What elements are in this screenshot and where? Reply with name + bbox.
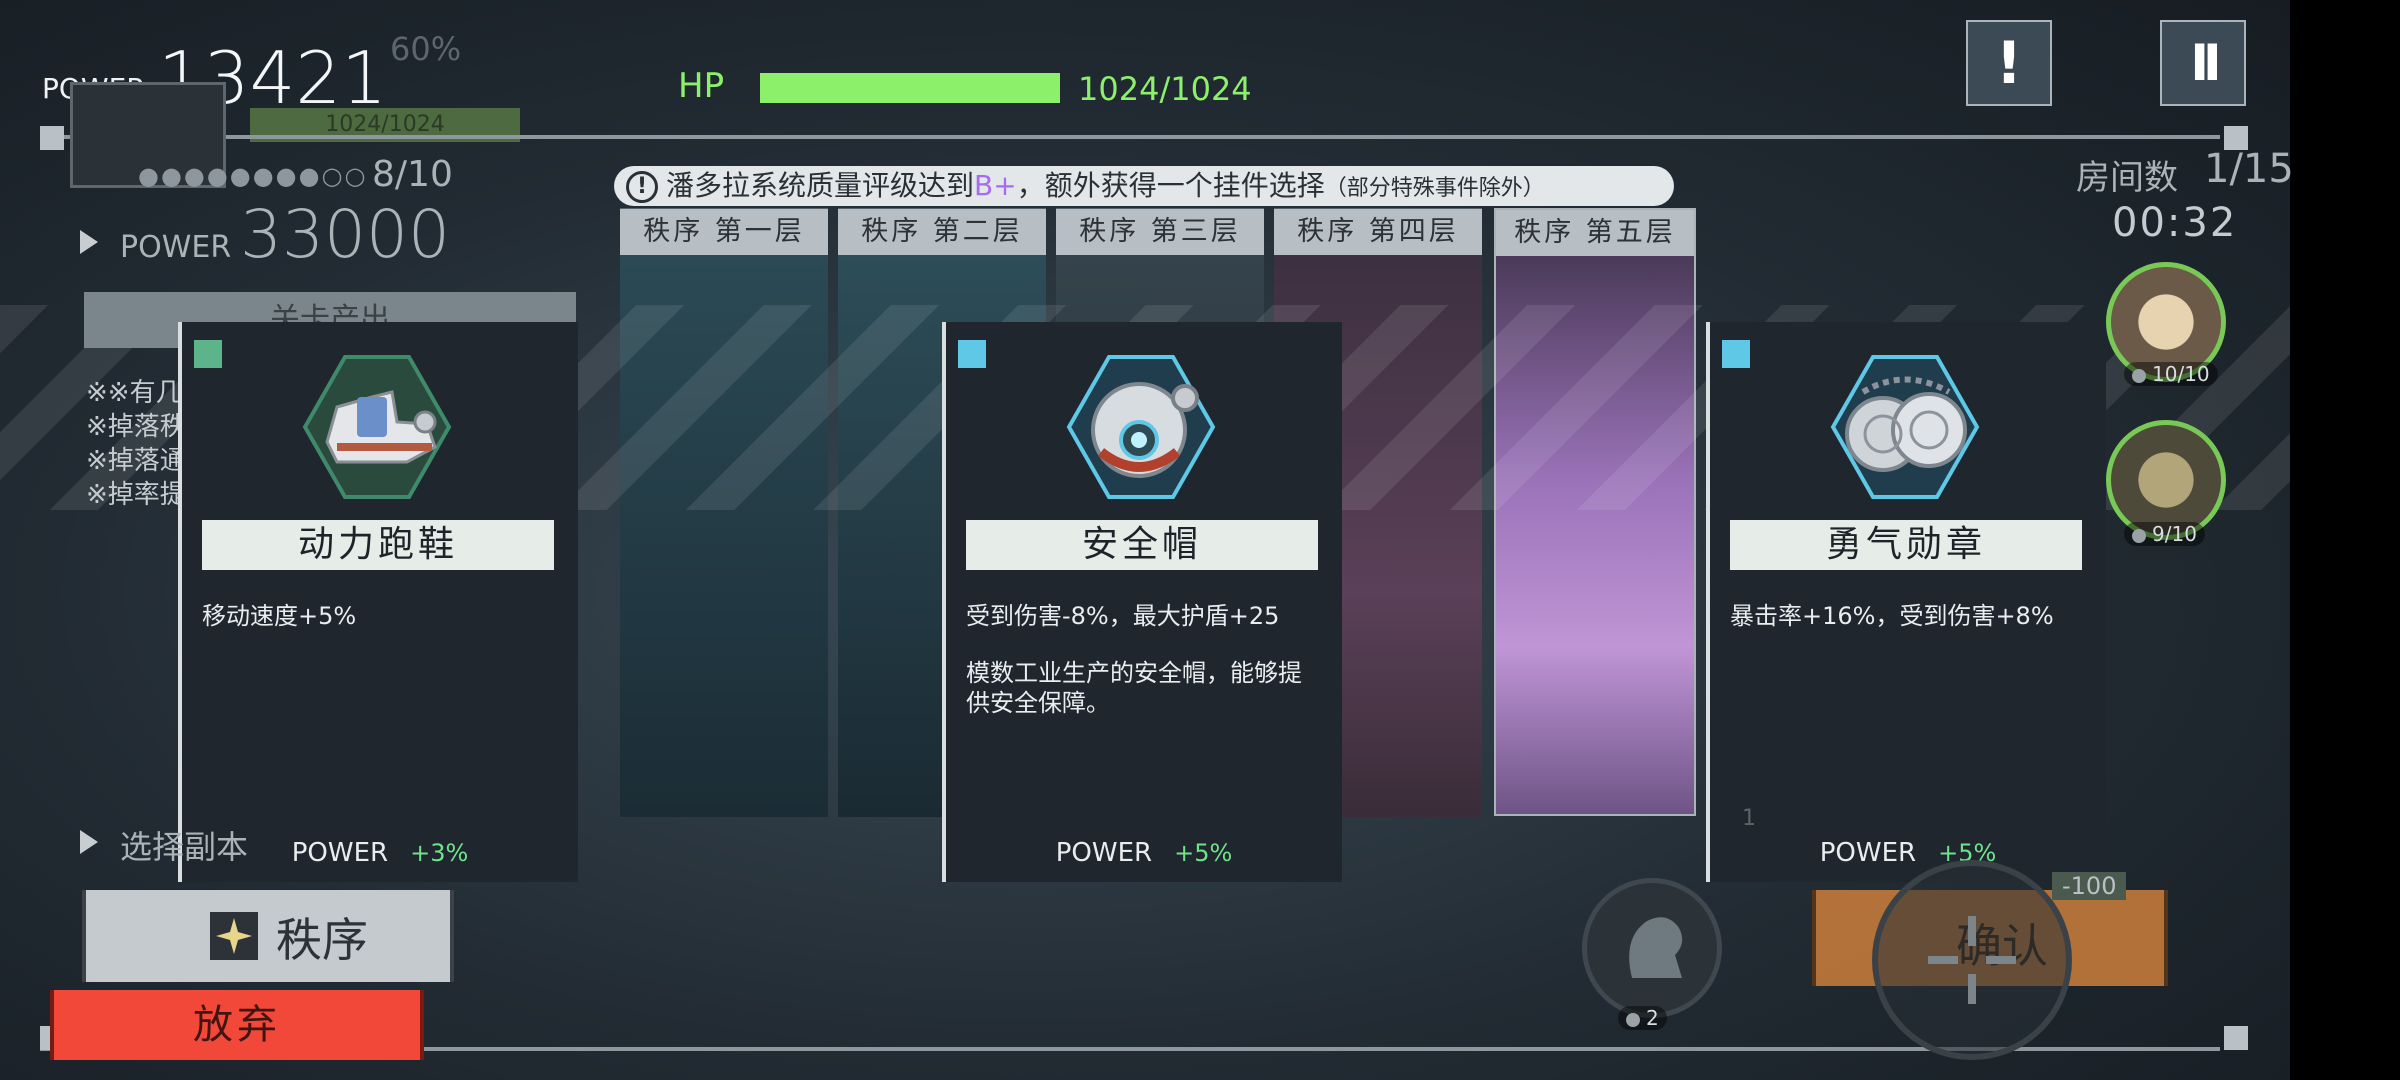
count-dot-icon <box>2132 368 2146 383</box>
pendant-card-2[interactable]: 安全帽 受到伤害-8%，最大护盾+25 模数工业生产的安全帽，能够提供安全保障。… <box>942 322 1342 882</box>
hp-value: 1024/1024 <box>1078 70 1252 108</box>
count-dot-icon <box>2132 528 2146 543</box>
ally-count-2: 9/10 <box>2152 522 2197 546</box>
notice-suffix: ，额外获得一个挂件选择 <box>1016 169 1325 202</box>
select-dungeon-label: 选择副本 <box>120 828 249 866</box>
card-power-bonus: +3% <box>410 839 469 867</box>
floor-header: 秩序 第三层 <box>1056 209 1264 255</box>
floor-header: 秩序 第五层 <box>1496 210 1694 256</box>
floor-column-1[interactable]: 秩序 第一层 <box>620 208 828 817</box>
expand-triangle-icon <box>80 830 98 854</box>
card-power-label: POWER <box>1055 838 1153 868</box>
card-name: 动力跑鞋 <box>202 520 554 570</box>
floor-header: 秩序 第四层 <box>1274 209 1482 255</box>
power-expand-toggle[interactable] <box>80 230 98 258</box>
frame-corner <box>40 126 64 150</box>
medal-icon <box>1825 352 1985 502</box>
skill-count: 2 <box>1646 1006 1659 1030</box>
faded-count: 1 <box>1742 806 1756 831</box>
letterbox-bar <box>2290 0 2400 1080</box>
card-power: POWER +5% <box>1710 838 2106 868</box>
ally-count-tag: 10/10 <box>2124 362 2218 386</box>
order-mode-button[interactable]: 秩序 <box>82 890 454 982</box>
stage-timer: 00:32 <box>2112 200 2238 246</box>
card-effect: 暴击率+16%，受到伤害+8% <box>1730 602 2054 630</box>
order-mode-label: 秩序 <box>276 913 368 967</box>
hp-bar <box>760 73 1060 103</box>
rarity-marker <box>958 340 986 368</box>
card-power-label: POWER <box>291 838 389 868</box>
character-skill-icon <box>1629 917 1683 978</box>
quality-notice: ! 潘多拉系统质量评级达到B+，额外获得一个挂件选择（部分特殊事件除外） <box>614 166 1674 206</box>
card-effect: 移动速度+5% <box>202 602 357 630</box>
progress-count: 8/10 <box>372 154 453 195</box>
faded-percent: 60% <box>390 30 462 68</box>
card-power-label: POWER <box>1819 838 1917 868</box>
skill-count-tag: 2 <box>1618 1006 1667 1030</box>
floor-column-5[interactable]: 秩序 第五层 <box>1494 208 1696 816</box>
info-icon: ! <box>626 171 658 203</box>
card-power-bonus: +5% <box>1174 839 1233 867</box>
alert-icon: ! <box>1995 29 2023 97</box>
alert-button[interactable]: ! <box>1966 20 2052 106</box>
stage-power-value: 33000 <box>240 196 450 273</box>
card-flavor: 模数工业生产的安全帽，能够提供安全保障。 <box>966 659 1302 717</box>
ally-count-tag: 9/10 <box>2124 522 2205 546</box>
expand-triangle-icon <box>80 230 98 254</box>
crosshair-button[interactable] <box>1872 860 2072 1060</box>
pause-icon: II <box>2190 34 2221 92</box>
frame-top-line <box>40 135 2220 139</box>
card-name: 勇气勋章 <box>1730 520 2082 570</box>
select-dungeon-toggle[interactable] <box>80 830 98 858</box>
pendant-card-1[interactable]: 动力跑鞋 移动速度+5% POWER +3% <box>178 322 578 882</box>
abandon-button[interactable]: 放弃 <box>50 990 424 1060</box>
helmet-icon <box>1061 352 1221 502</box>
card-effect: 受到伤害-8%，最大护盾+25 <box>966 602 1280 630</box>
progress-dots: ●●●●●●●●○○ <box>138 162 368 190</box>
room-count-value: 1/15 <box>2204 146 2294 192</box>
notice-prefix: 潘多拉系统质量评级达到 <box>666 169 975 202</box>
rarity-marker <box>1722 340 1750 368</box>
frame-corner <box>2224 1026 2248 1050</box>
crosshair-icon <box>1928 916 2016 1004</box>
skill-button[interactable] <box>1582 878 1722 1018</box>
notice-note: （部分特殊事件除外） <box>1324 176 1545 201</box>
stage-power-label: POWER <box>120 230 232 265</box>
hp-bar-fill <box>760 73 1060 103</box>
floor-header: 秩序 第二层 <box>838 209 1046 255</box>
count-dot-icon <box>1626 1012 1640 1027</box>
floor-header: 秩序 第一层 <box>620 209 828 255</box>
sneaker-icon <box>297 352 457 502</box>
rarity-marker <box>194 340 222 368</box>
room-count-label: 房间数 <box>2076 158 2178 198</box>
pause-button[interactable]: II <box>2160 20 2246 106</box>
notice-grade: B+ <box>974 169 1017 202</box>
card-power: POWER +5% <box>946 838 1342 868</box>
sparkle-icon <box>210 912 258 960</box>
card-name: 安全帽 <box>966 520 1318 570</box>
pendant-card-3[interactable]: 勇气勋章 暴击率+16%，受到伤害+8% POWER +5% <box>1706 322 2106 882</box>
ally-count-1: 10/10 <box>2152 362 2210 386</box>
hp-label: HP <box>678 66 725 106</box>
